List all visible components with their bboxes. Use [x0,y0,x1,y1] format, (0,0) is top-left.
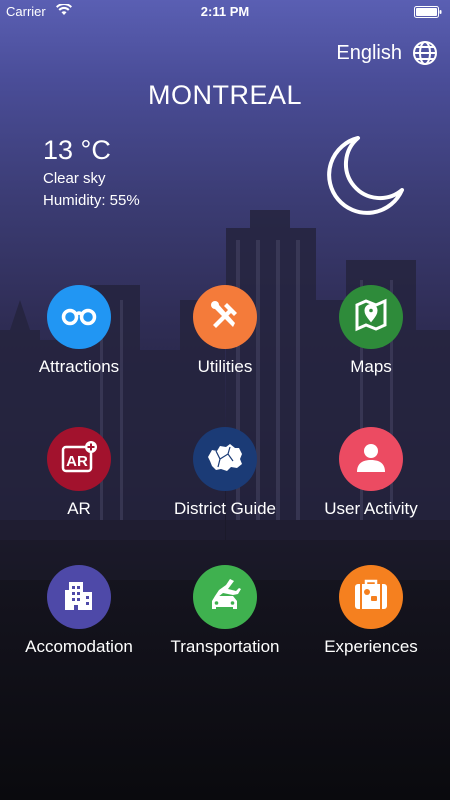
temperature: 13 °C [43,135,111,165]
suitcase-icon [352,578,390,617]
district-map-icon [206,441,244,478]
menu-accomodation[interactable]: Accomodation [4,565,154,657]
utilities-circle[interactable] [193,285,257,349]
weather-panel: 13 °C Clear sky Humidity: 55% [43,134,140,212]
globe-icon[interactable] [412,40,438,71]
menu-district-guide[interactable]: District Guide [150,427,300,519]
transportation-circle[interactable] [193,565,257,629]
menu-user-activity[interactable]: User Activity [296,427,446,519]
moon-icon [318,132,408,227]
language-selector[interactable]: English [336,42,414,65]
district-guide-circle[interactable] [193,427,257,491]
city-title: MONTREAL [147,80,303,110]
attractions-circle[interactable] [47,285,111,349]
language-label[interactable]: English [336,42,402,65]
accomodation-circle[interactable] [47,565,111,629]
menu-ar[interactable]: AR AR [4,427,154,519]
svg-text:AR: AR [66,453,88,470]
menu-utilities[interactable]: Utilities [150,285,300,377]
menu-transportation[interactable]: Transportation [150,565,300,657]
building-icon [62,578,96,617]
status-bar: Carrier 2:11 PM [0,0,450,24]
accomodation-label[interactable]: Accomodation [4,637,154,657]
menu-experiences[interactable]: Experiences [296,565,446,657]
tools-icon [207,297,243,338]
city-skyline-background [0,210,450,580]
user-activity-label[interactable]: User Activity [296,499,446,519]
weather-condition: Clear sky [43,170,106,187]
maps-label[interactable]: Maps [296,357,446,377]
ar-label[interactable]: AR [4,499,154,519]
user-icon [353,439,389,480]
clock: 2:11 PM [200,4,250,19]
ar-circle[interactable]: AR [47,427,111,491]
binoculars-icon [61,303,97,332]
maps-circle[interactable] [339,285,403,349]
experiences-circle[interactable] [339,565,403,629]
user-activity-circle[interactable] [339,427,403,491]
ar-icon: AR [59,439,99,480]
map-pin-icon [354,298,388,337]
district-guide-label[interactable]: District Guide [150,499,300,519]
menu-attractions[interactable]: Attractions [4,285,154,377]
attractions-label[interactable]: Attractions [4,357,154,377]
experiences-label[interactable]: Experiences [296,637,446,657]
utilities-label[interactable]: Utilities [150,357,300,377]
menu-maps[interactable]: Maps [296,285,446,377]
humidity: Humidity: 55% [43,192,140,209]
plane-car-icon [206,577,244,618]
battery-icon [414,6,442,21]
transportation-label[interactable]: Transportation [150,637,300,657]
